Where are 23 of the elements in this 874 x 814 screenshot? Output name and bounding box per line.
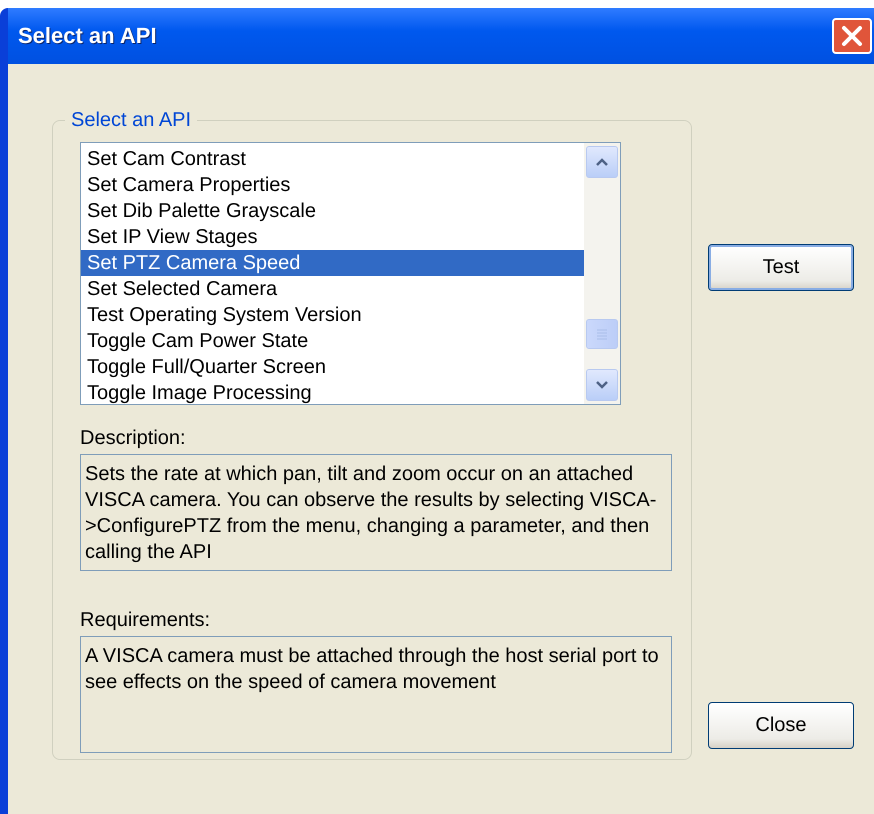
list-item[interactable]: Set Camera Properties [81, 172, 584, 198]
list-item[interactable]: Set Selected Camera [81, 276, 584, 302]
description-label: Description: [80, 427, 187, 450]
list-item[interactable]: Toggle Image Processing [81, 380, 584, 404]
scroll-down-icon[interactable] [586, 369, 618, 401]
close-icon[interactable] [832, 18, 872, 54]
requirements-text: A VISCA camera must be attached through the host serial port to see effects on the speed of camera movement [80, 636, 672, 753]
list-item[interactable]: Set PTZ Camera Speed [81, 250, 584, 276]
list-item[interactable]: Toggle Cam Power State [81, 328, 584, 354]
list-item[interactable]: Set IP View Stages [81, 224, 584, 250]
list-item[interactable]: Test Operating System Version [81, 302, 584, 328]
close-button[interactable]: Close [708, 702, 854, 749]
list-item[interactable]: Toggle Full/Quarter Screen [81, 354, 584, 380]
test-button[interactable]: Test [708, 244, 854, 291]
scroll-up-icon[interactable] [586, 146, 618, 178]
scroll-thumb[interactable] [586, 319, 618, 349]
scrollbar[interactable] [584, 143, 620, 404]
list-item[interactable]: Set Dib Palette Grayscale [81, 198, 584, 224]
requirements-label: Requirements: [80, 609, 212, 632]
list-item[interactable]: Set Cam Contrast [81, 146, 584, 172]
window-title: Select an API [18, 23, 157, 49]
api-list[interactable] [80, 142, 621, 405]
description-text: Sets the rate at which pan, tilt and zoom occur on an attached VISCA camera. You can observe the results by selecting VISCA->ConfigurePTZ from the menu, changing a parameter, and then calling the API [80, 454, 672, 571]
